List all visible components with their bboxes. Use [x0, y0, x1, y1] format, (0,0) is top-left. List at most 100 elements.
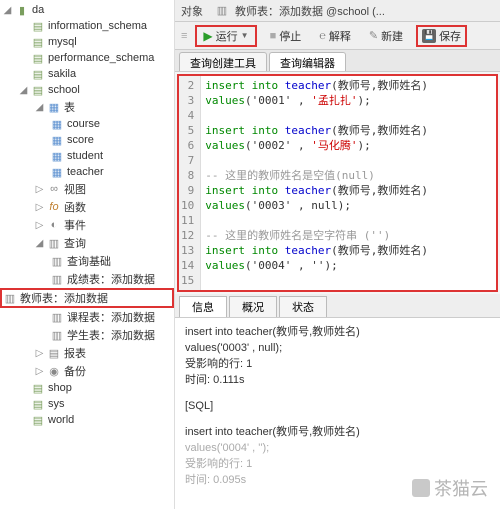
- tree-table[interactable]: ▦student: [0, 148, 174, 164]
- tree-label: 事件: [64, 217, 86, 233]
- nav-back-icon[interactable]: ≡: [181, 30, 187, 42]
- tab-objects[interactable]: 对象: [181, 3, 203, 19]
- query-file-icon: ▥: [215, 4, 229, 18]
- tree-label: sakila: [48, 68, 76, 80]
- tree-label: 函数: [64, 199, 86, 215]
- database-icon: ▤: [31, 83, 45, 97]
- tree-db-school[interactable]: ◢▤school: [0, 82, 174, 98]
- tree-db[interactable]: ▤shop: [0, 380, 174, 396]
- tab-label: 对象: [181, 3, 203, 19]
- toolbar: ≡ ▶ 运行▼ ■停止 ℮解释 ✎新建 💾保存: [175, 22, 500, 50]
- tab-label: 教师表：添加数据 @school (...: [235, 3, 385, 19]
- tree-table[interactable]: ▦score: [0, 132, 174, 148]
- connection-icon: ▮: [15, 3, 29, 17]
- query-file-icon: ▥: [50, 328, 64, 342]
- subtab-builder[interactable]: 查询创建工具: [179, 52, 267, 71]
- tree-events[interactable]: ▷◐事件: [0, 216, 174, 234]
- btn-label: 解释: [329, 28, 351, 44]
- tree-db[interactable]: ▤sys: [0, 396, 174, 412]
- output-line: 时间: 0.095s: [185, 472, 490, 488]
- code-content[interactable]: insert into teacher(教师号,教师姓名)values('000…: [201, 76, 432, 290]
- subtab-editor[interactable]: 查询编辑器: [269, 52, 346, 71]
- database-icon: ▤: [31, 19, 45, 33]
- table-icon: ▦: [50, 165, 64, 179]
- tree-label: 视图: [64, 181, 86, 197]
- tree-functions[interactable]: ▷fo函数: [0, 198, 174, 216]
- tab-current[interactable]: ▥ 教师表：添加数据 @school (...: [215, 3, 385, 19]
- tree-label: world: [48, 414, 74, 426]
- output-line: 受影响的行: 1: [185, 356, 490, 372]
- output-line: insert into teacher(教师号,教师姓名): [185, 424, 490, 440]
- tree-label: 表: [64, 99, 75, 115]
- run-button[interactable]: ▶ 运行▼: [195, 25, 256, 47]
- database-icon: ▤: [31, 413, 45, 427]
- outtab-profile[interactable]: 概况: [229, 296, 277, 317]
- tree-label: 课程表：添加数据: [67, 309, 155, 325]
- table-icon: ▦: [50, 149, 64, 163]
- tree-table[interactable]: ▦course: [0, 116, 174, 132]
- tree-db[interactable]: ▤information_schema: [0, 18, 174, 34]
- tree-db[interactable]: ▤mysql: [0, 34, 174, 50]
- btn-label: 停止: [279, 28, 301, 44]
- stop-button[interactable]: ■停止: [265, 26, 307, 46]
- tree-label: shop: [48, 382, 72, 394]
- table-icon: ▦: [50, 133, 64, 147]
- tree-queries[interactable]: ◢▥查询: [0, 234, 174, 252]
- tree-label: score: [67, 134, 94, 146]
- save-button[interactable]: 💾保存: [416, 25, 467, 47]
- query-file-icon: ▥: [50, 310, 64, 324]
- tree-connection[interactable]: ◢▮da: [0, 2, 174, 18]
- tree-label: 报表: [64, 345, 86, 361]
- query-icon: ▥: [47, 236, 61, 250]
- play-icon: ▶: [203, 29, 212, 43]
- tree-label: da: [32, 4, 44, 16]
- btn-label: 运行: [216, 28, 238, 44]
- tree-label: 备份: [64, 363, 86, 379]
- editor-subtabs: 查询创建工具 查询编辑器: [175, 50, 500, 72]
- tree-label: information_schema: [48, 20, 147, 32]
- report-icon: ▤: [47, 346, 61, 360]
- outtab-status[interactable]: 状态: [279, 296, 327, 317]
- tree-label: 查询基础: [67, 253, 111, 269]
- save-icon: 💾: [422, 29, 436, 43]
- sql-editor[interactable]: 23456789101112131415 insert into teacher…: [177, 74, 498, 292]
- output-line: values('0003' , null);: [185, 340, 490, 356]
- tree-query[interactable]: ▥学生表：添加数据: [0, 326, 174, 344]
- output-panel[interactable]: insert into teacher(教师号,教师姓名) values('00…: [175, 318, 500, 509]
- tree-query[interactable]: ▥查询基础: [0, 252, 174, 270]
- tree-label: 学生表：添加数据: [67, 327, 155, 343]
- database-icon: ▤: [31, 35, 45, 49]
- tree-label: sys: [48, 398, 65, 410]
- new-button[interactable]: ✎新建: [364, 26, 408, 46]
- tree-label: school: [48, 84, 80, 96]
- tree-db[interactable]: ▤world: [0, 412, 174, 428]
- table-icon: ▦: [50, 117, 64, 131]
- event-icon: ◐: [47, 218, 61, 232]
- tree-query[interactable]: ▥成绩表：添加数据: [0, 270, 174, 288]
- database-icon: ▤: [31, 67, 45, 81]
- explain-button[interactable]: ℮解释: [314, 26, 356, 46]
- tree-query-teacher[interactable]: ▥教师表：添加数据: [0, 288, 174, 308]
- backup-icon: ◉: [47, 364, 61, 378]
- tree-backup[interactable]: ▷◉备份: [0, 362, 174, 380]
- tree-db[interactable]: ▤performance_schema: [0, 50, 174, 66]
- tree-table[interactable]: ▦teacher: [0, 164, 174, 180]
- main-panel: 对象 ▥ 教师表：添加数据 @school (... ≡ ▶ 运行▼ ■停止 ℮解释…: [175, 0, 500, 509]
- output-tabs: 信息 概况 状态: [175, 294, 500, 318]
- document-tabs: 对象 ▥ 教师表：添加数据 @school (...: [175, 0, 500, 22]
- chevron-down-icon: ▼: [241, 31, 249, 40]
- query-file-icon: ▥: [3, 291, 17, 305]
- tree-label: 成绩表：添加数据: [67, 271, 155, 287]
- db-tree[interactable]: ◢▮da ▤information_schema ▤mysql ▤perform…: [0, 0, 175, 509]
- query-file-icon: ▥: [50, 272, 64, 286]
- tree-query[interactable]: ▥课程表：添加数据: [0, 308, 174, 326]
- tree-db[interactable]: ▤sakila: [0, 66, 174, 82]
- tree-tables[interactable]: ◢▦表: [0, 98, 174, 116]
- database-icon: ▤: [31, 381, 45, 395]
- database-icon: ▤: [31, 397, 45, 411]
- outtab-info[interactable]: 信息: [179, 296, 227, 317]
- tree-views[interactable]: ▷∞视图: [0, 180, 174, 198]
- output-line: 受影响的行: 1: [185, 456, 490, 472]
- tree-reports[interactable]: ▷▤报表: [0, 344, 174, 362]
- btn-label: 保存: [439, 28, 461, 44]
